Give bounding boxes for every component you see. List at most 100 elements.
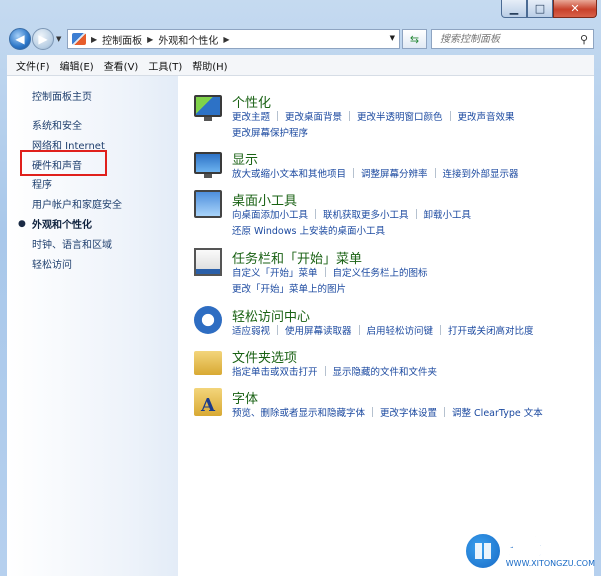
link-separator: [358, 325, 360, 335]
sidebar-item-system-security[interactable]: 系统和安全: [32, 117, 82, 132]
folder-options-icon[interactable]: [194, 351, 222, 375]
link-uninstall-gadget[interactable]: 卸载小工具: [424, 210, 472, 221]
title-bar[interactable]: ▁ □ ✕: [0, 0, 601, 22]
current-item-bullet: ●: [18, 219, 26, 229]
breadcrumb-control-panel[interactable]: 控制面板: [102, 32, 142, 47]
sidebar-item-appearance: 外观和个性化: [32, 220, 92, 231]
link-text-size[interactable]: 放大或缩小文本和其他项目: [232, 169, 346, 180]
link-start-picture[interactable]: 更改「开始」菜单上的图片: [232, 284, 346, 295]
caption-buttons: ▁ □ ✕: [501, 0, 597, 18]
sidebar-item-ease-of-access[interactable]: 轻松访问: [32, 256, 72, 271]
fonts-icon[interactable]: A: [194, 388, 222, 416]
arrow-right-icon: ▶: [38, 32, 48, 46]
link-separator: [415, 209, 417, 219]
link-change-background[interactable]: 更改桌面背景: [285, 112, 342, 123]
link-more-gadgets[interactable]: 联机获取更多小工具: [323, 210, 409, 221]
link-window-color[interactable]: 更改半透明窗口颜色: [357, 112, 443, 123]
menu-tools[interactable]: 工具(T): [148, 58, 182, 73]
menu-edit[interactable]: 编辑(E): [60, 58, 94, 73]
chevron-right-icon[interactable]: ▶: [91, 35, 97, 44]
category-links: 放大或缩小文本和其他项目 调整屏幕分辨率 连接到外部显示器: [232, 167, 594, 183]
refresh-icon: ⇆: [409, 32, 420, 46]
sidebar: 控制面板主页 系统和安全 网络和 Internet 硬件和声音 程序 用户帐户和…: [7, 76, 178, 576]
link-taskbar-icons[interactable]: 自定义任务栏上的图标: [333, 268, 428, 279]
watermark-logo-icon: [463, 532, 502, 570]
category-links: 向桌面添加小工具 联机获取更多小工具 卸载小工具 还原 Windows 上安装的桌面…: [232, 208, 594, 240]
sidebar-item-user-accounts[interactable]: 用户帐户和家庭安全: [32, 196, 122, 211]
link-font-settings[interactable]: 更改字体设置: [380, 408, 437, 419]
search-box[interactable]: ⚲: [431, 29, 594, 49]
sidebar-item-clock-region[interactable]: 时钟、语言和区域: [32, 236, 112, 251]
link-separator: [449, 111, 451, 121]
chevron-right-icon[interactable]: ▶: [147, 35, 153, 44]
menu-view[interactable]: 查看(V): [104, 58, 139, 73]
refresh-button[interactable]: ⇆: [402, 29, 427, 49]
link-separator: [277, 325, 279, 335]
link-hidden-files[interactable]: 显示隐藏的文件和文件夹: [333, 367, 438, 378]
link-resolution[interactable]: 调整屏幕分辨率: [361, 169, 428, 180]
link-customize-start[interactable]: 自定义「开始」菜单: [232, 268, 318, 279]
category-links: 指定单击或双击打开 显示隐藏的文件和文件夹: [232, 365, 594, 381]
sidebar-item-home[interactable]: 控制面板主页: [32, 88, 92, 103]
menu-file[interactable]: 文件(F): [16, 58, 50, 73]
chevron-right-icon[interactable]: ▶: [223, 35, 229, 44]
category-title[interactable]: 字体: [232, 388, 258, 407]
sidebar-item-programs[interactable]: 程序: [32, 176, 52, 191]
taskbar-icon[interactable]: [194, 248, 222, 276]
link-separator: [434, 168, 436, 178]
link-separator: [349, 111, 351, 121]
link-preview-fonts[interactable]: 预览、删除或者显示和隐藏字体: [232, 408, 365, 419]
personalization-icon[interactable]: [194, 95, 222, 121]
search-input[interactable]: [438, 32, 577, 46]
watermark-main: 系统族: [505, 532, 578, 561]
minimize-button[interactable]: ▁: [501, 0, 527, 18]
display-icon[interactable]: [194, 152, 222, 178]
category-links: 预览、删除或者显示和隐藏字体 更改字体设置 调整 ClearType 文本: [232, 406, 594, 422]
watermark: 系统族 WWW.XITONGZU.COM: [463, 532, 595, 570]
search-icon[interactable]: ⚲: [580, 33, 588, 46]
link-access-keys[interactable]: 启用轻松访问键: [367, 326, 434, 337]
link-change-theme[interactable]: 更改主题: [232, 112, 270, 123]
address-dropdown-icon[interactable]: ▼: [390, 34, 395, 42]
address-bar[interactable]: ▶ 控制面板 ▶ 外观和个性化 ▶ ▼: [67, 29, 400, 49]
link-high-contrast[interactable]: 打开或关闭高对比度: [448, 326, 534, 337]
watermark-sub: WWW.XITONGZU.COM: [505, 558, 595, 568]
category-title[interactable]: 任务栏和「开始」菜单: [232, 248, 362, 267]
category-title[interactable]: 显示: [232, 149, 258, 168]
category-title[interactable]: 轻松访问中心: [232, 306, 310, 325]
link-screen-reader[interactable]: 使用屏幕读取器: [285, 326, 352, 337]
ease-of-access-icon[interactable]: [194, 306, 222, 334]
category-links: 适应弱视 使用屏幕读取器 启用轻松访问键 打开或关闭高对比度: [232, 324, 594, 340]
category-links: 更改主题 更改桌面背景 更改半透明窗口颜色 更改声音效果 更改屏幕保护程序: [232, 110, 594, 142]
forward-button[interactable]: ▶: [32, 28, 54, 50]
link-separator: [324, 267, 326, 277]
link-separator: [315, 209, 317, 219]
arrow-left-icon: ◀: [15, 32, 25, 46]
gadgets-icon[interactable]: [194, 190, 222, 218]
link-add-gadgets[interactable]: 向桌面添加小工具: [232, 210, 308, 221]
recent-pages-dropdown[interactable]: ▼: [56, 35, 61, 43]
window-frame: ▁ □ ✕ ◀ ▶ ▼ ▶ 控制面板 ▶ 外观和个性化 ▶ ▼ ⇆ ⚲ 文件(F…: [0, 0, 601, 576]
category-title[interactable]: 个性化: [232, 92, 271, 111]
link-sound-effects[interactable]: 更改声音效果: [458, 112, 515, 123]
menu-help[interactable]: 帮助(H): [192, 58, 227, 73]
link-separator: [324, 366, 326, 376]
link-restore-gadgets[interactable]: 还原 Windows 上安装的桌面小工具: [232, 226, 385, 237]
chevron-down-icon: ▼: [56, 35, 62, 43]
link-low-vision[interactable]: 适应弱视: [232, 326, 270, 337]
watermark-text: 系统族 WWW.XITONGZU.COM: [505, 532, 595, 568]
back-button[interactable]: ◀: [9, 28, 31, 50]
link-external-display[interactable]: 连接到外部显示器: [443, 169, 519, 180]
category-links: 自定义「开始」菜单 自定义任务栏上的图标 更改「开始」菜单上的图片: [232, 266, 594, 298]
link-cleartype[interactable]: 调整 ClearType 文本: [452, 408, 543, 419]
link-separator: [444, 407, 446, 417]
breadcrumb-appearance[interactable]: 外观和个性化: [158, 32, 218, 47]
link-single-double-click[interactable]: 指定单击或双击打开: [232, 367, 318, 378]
maximize-button[interactable]: □: [527, 0, 553, 18]
link-screen-saver[interactable]: 更改屏幕保护程序: [232, 128, 308, 139]
control-panel-icon: [72, 33, 86, 45]
link-separator: [353, 168, 355, 178]
close-button[interactable]: ✕: [553, 0, 597, 18]
category-title[interactable]: 桌面小工具: [232, 190, 297, 209]
category-title[interactable]: 文件夹选项: [232, 347, 297, 366]
